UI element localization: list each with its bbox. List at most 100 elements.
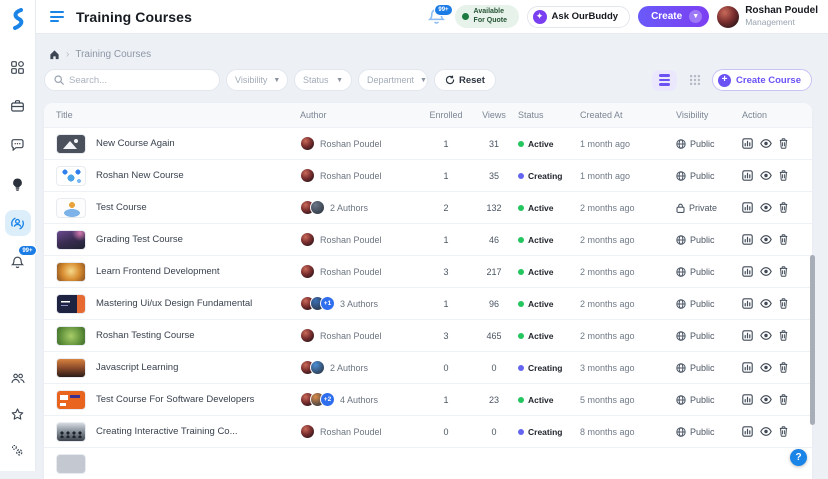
- course-title[interactable]: Creating Interactive Training Co...: [96, 426, 238, 437]
- view-icon[interactable]: [760, 171, 772, 180]
- analytics-icon[interactable]: [742, 394, 753, 405]
- delete-icon[interactable]: [779, 362, 788, 373]
- sidebar-item-messages[interactable]: [5, 132, 31, 158]
- visibility-label: Public: [690, 170, 715, 181]
- course-actions: [742, 362, 800, 373]
- table-row[interactable]: New Course Again Roshan Poudel 1 31 Acti…: [44, 127, 812, 159]
- grid-view-toggle[interactable]: [682, 69, 708, 91]
- view-icon[interactable]: [760, 299, 772, 308]
- create-course-button[interactable]: + Create Course: [712, 69, 812, 91]
- list-view-toggle[interactable]: [652, 69, 678, 91]
- course-title[interactable]: Roshan Testing Course: [96, 330, 195, 341]
- sidebar-item-community[interactable]: [5, 365, 31, 391]
- delete-icon[interactable]: [779, 234, 788, 245]
- sidebar-item-favorites[interactable]: [5, 401, 31, 427]
- course-title[interactable]: New Course Again: [96, 138, 175, 149]
- course-actions: [742, 330, 800, 341]
- course-title[interactable]: Javascript Learning: [96, 362, 178, 373]
- author-avatars: [300, 424, 315, 439]
- user-menu[interactable]: Roshan Poudel Management: [717, 5, 818, 28]
- reset-button[interactable]: Reset: [434, 69, 496, 91]
- status-dot: [518, 332, 524, 339]
- course-title[interactable]: Learn Frontend Development: [96, 266, 220, 277]
- analytics-icon[interactable]: [742, 266, 753, 277]
- help-button[interactable]: ?: [790, 449, 807, 466]
- sidebar-item-settings[interactable]: [5, 437, 31, 463]
- refresh-icon: [445, 75, 455, 85]
- analytics-icon[interactable]: [742, 330, 753, 341]
- visibility-select[interactable]: Visibility ▼: [226, 69, 288, 91]
- visibility-select-label: Visibility: [235, 75, 268, 85]
- ask-ourbuddy-button[interactable]: ✦ Ask OurBuddy: [526, 5, 631, 28]
- course-created-at: 2 months ago: [580, 266, 635, 277]
- create-button[interactable]: Create ▼: [638, 6, 710, 27]
- course-status: Active: [518, 235, 580, 245]
- view-icon[interactable]: [760, 203, 772, 212]
- view-icon[interactable]: [760, 395, 772, 404]
- scrollbar[interactable]: [810, 255, 815, 425]
- home-icon[interactable]: [49, 49, 60, 60]
- analytics-icon[interactable]: [742, 426, 753, 437]
- course-title[interactable]: Test Course: [96, 202, 147, 213]
- course-status: Creating: [518, 363, 580, 373]
- author-label: Roshan Poudel: [320, 426, 382, 437]
- sidebar-item-notifications[interactable]: 99+: [5, 245, 37, 275]
- view-icon[interactable]: [760, 235, 772, 244]
- analytics-icon[interactable]: [742, 202, 753, 213]
- sidebar-item-projects[interactable]: [5, 93, 31, 119]
- course-title[interactable]: Roshan New Course: [96, 170, 184, 181]
- delete-icon[interactable]: [779, 266, 788, 277]
- table-row[interactable]: Test Course 2 Authors 2 132 Active 2 mon…: [44, 191, 812, 223]
- status-label: Creating: [528, 170, 563, 181]
- course-title[interactable]: Test Course For Software Developers: [96, 394, 254, 405]
- table-header: Title Author Enrolled Views Status Creat…: [44, 103, 812, 127]
- delete-icon[interactable]: [779, 426, 788, 437]
- analytics-icon[interactable]: [742, 298, 753, 309]
- department-select[interactable]: Department ▼: [358, 69, 428, 91]
- search-input[interactable]: [69, 74, 210, 86]
- view-icon[interactable]: [760, 427, 772, 436]
- delete-icon[interactable]: [779, 138, 788, 149]
- author-avatars: [300, 360, 325, 375]
- header-notifications-button[interactable]: 99+: [427, 3, 453, 27]
- view-icon[interactable]: [760, 267, 772, 276]
- menu-toggle-icon[interactable]: [50, 11, 64, 22]
- table-row[interactable]: Test Course For Software Developers +2 4…: [44, 383, 812, 415]
- delete-icon[interactable]: [779, 298, 788, 309]
- course-title[interactable]: Grading Test Course: [96, 234, 183, 245]
- author-label: 3 Authors: [340, 298, 379, 309]
- delete-icon[interactable]: [779, 394, 788, 405]
- table-row[interactable]: Mastering Ui/ux Design Fundamental +1 3 …: [44, 287, 812, 319]
- table-row[interactable]: Javascript Learning 2 Authors 0 0 Creati…: [44, 351, 812, 383]
- view-icon[interactable]: [760, 363, 772, 372]
- available-for-quote-toggle[interactable]: Available For Quote: [454, 5, 519, 28]
- course-views: 132: [486, 202, 502, 213]
- status-select[interactable]: Status ▼: [294, 69, 352, 91]
- table-row[interactable]: Roshan New Course Roshan Poudel 1 35 Cre…: [44, 159, 812, 191]
- table-row[interactable]: [44, 447, 812, 479]
- analytics-icon[interactable]: [742, 138, 753, 149]
- table-row[interactable]: Creating Interactive Training Co... Rosh…: [44, 415, 812, 447]
- analytics-icon[interactable]: [742, 234, 753, 245]
- view-icon[interactable]: [760, 139, 772, 148]
- delete-icon[interactable]: [779, 202, 788, 213]
- status-dot: [461, 13, 469, 20]
- analytics-icon[interactable]: [742, 362, 753, 373]
- sidebar-item-dashboard[interactable]: [5, 54, 31, 80]
- course-title[interactable]: Mastering Ui/ux Design Fundamental: [96, 298, 252, 309]
- delete-icon[interactable]: [779, 170, 788, 181]
- analytics-icon[interactable]: [742, 170, 753, 181]
- delete-icon[interactable]: [779, 330, 788, 341]
- course-thumbnail: [56, 389, 86, 410]
- table-row[interactable]: Learn Frontend Development Roshan Poudel…: [44, 255, 812, 287]
- app-logo-icon[interactable]: [9, 8, 27, 30]
- list-view-icon: [659, 74, 671, 86]
- sidebar-item-ideas[interactable]: [5, 171, 31, 197]
- table-row[interactable]: Roshan Testing Course Roshan Poudel 3 46…: [44, 319, 812, 351]
- view-icon[interactable]: [760, 331, 772, 340]
- globe-icon: [676, 394, 686, 405]
- sidebar-item-training-courses[interactable]: [4, 210, 31, 236]
- table-row[interactable]: Grading Test Course Roshan Poudel 1 46 A…: [44, 223, 812, 255]
- author-avatars: +1: [300, 296, 335, 311]
- course-author: Roshan Poudel: [300, 136, 422, 151]
